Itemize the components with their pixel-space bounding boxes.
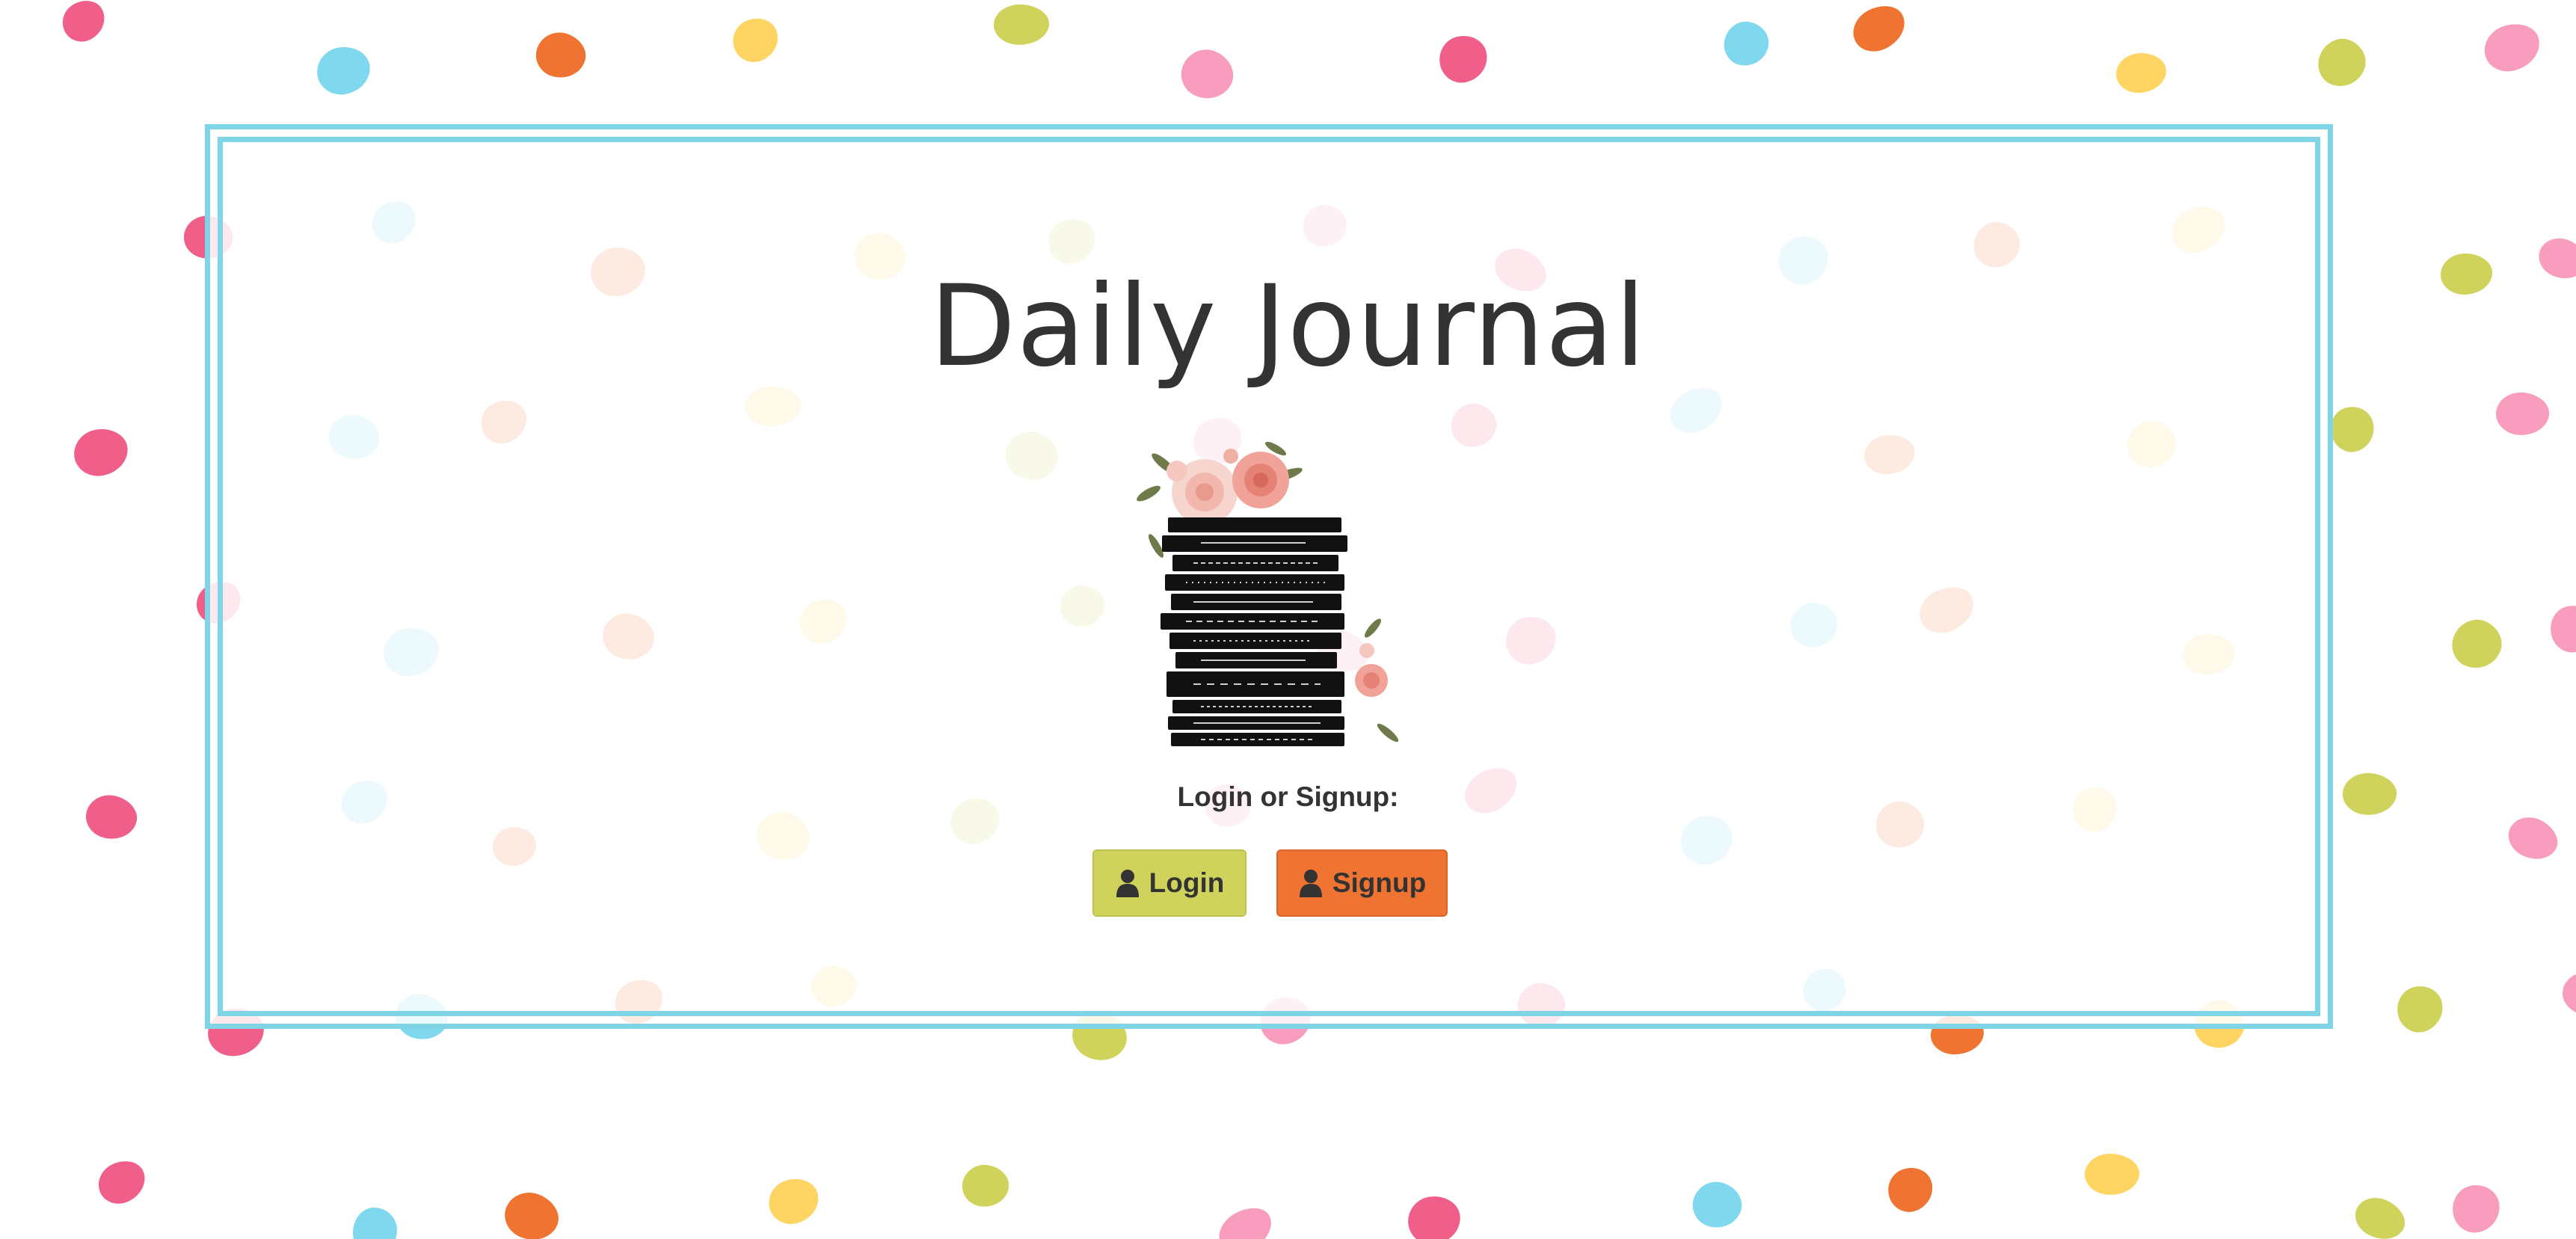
polka-dot xyxy=(1720,17,1773,70)
polka-dot xyxy=(2478,17,2546,78)
polka-dot xyxy=(2560,968,2576,1019)
polka-dot xyxy=(531,27,591,84)
polka-dot xyxy=(2083,1152,2141,1196)
polka-dot xyxy=(352,1207,398,1239)
polka-dot xyxy=(763,1173,824,1229)
polka-dot xyxy=(498,1184,565,1239)
polka-dot xyxy=(1687,1175,1747,1235)
polka-dot xyxy=(2349,1190,2411,1239)
book-stack-image xyxy=(1134,434,1403,748)
polka-dot xyxy=(1211,1199,1280,1239)
polka-dot xyxy=(2494,390,2551,437)
polka-dot xyxy=(91,1154,153,1211)
polka-dot xyxy=(2545,600,2576,657)
polka-dot xyxy=(2501,809,2565,868)
polka-dot xyxy=(993,3,1050,46)
polka-dot xyxy=(1845,0,1913,59)
login-button-label: Login xyxy=(1149,867,1225,898)
polka-dot xyxy=(1881,1161,1940,1218)
polka-dot xyxy=(1173,41,1241,108)
polka-dot xyxy=(1405,1193,1463,1239)
polka-dot xyxy=(55,0,113,49)
polka-dot xyxy=(726,11,785,69)
polka-dot xyxy=(2448,1181,2504,1237)
polka-dot xyxy=(71,425,131,479)
polka-dot xyxy=(1435,31,1492,87)
polka-dot xyxy=(2392,981,2448,1037)
polka-dot xyxy=(314,43,373,98)
page-title: Daily Journal xyxy=(929,262,1647,392)
login-button[interactable]: Login xyxy=(1092,849,1246,917)
signup-button[interactable]: Signup xyxy=(1276,849,1448,917)
polka-dot xyxy=(2311,32,2373,93)
polka-dot xyxy=(2444,612,2509,677)
user-icon xyxy=(1115,869,1140,897)
signup-button-label: Signup xyxy=(1332,867,1427,898)
polka-dot xyxy=(2325,401,2380,458)
polka-dot xyxy=(2115,52,2168,94)
auth-prompt: Login or Signup: xyxy=(1177,781,1399,812)
user-icon xyxy=(1298,869,1324,897)
polka-dot xyxy=(959,1161,1012,1211)
page-background: Daily Journal Login or Signup: Login Sig… xyxy=(0,0,2576,1239)
